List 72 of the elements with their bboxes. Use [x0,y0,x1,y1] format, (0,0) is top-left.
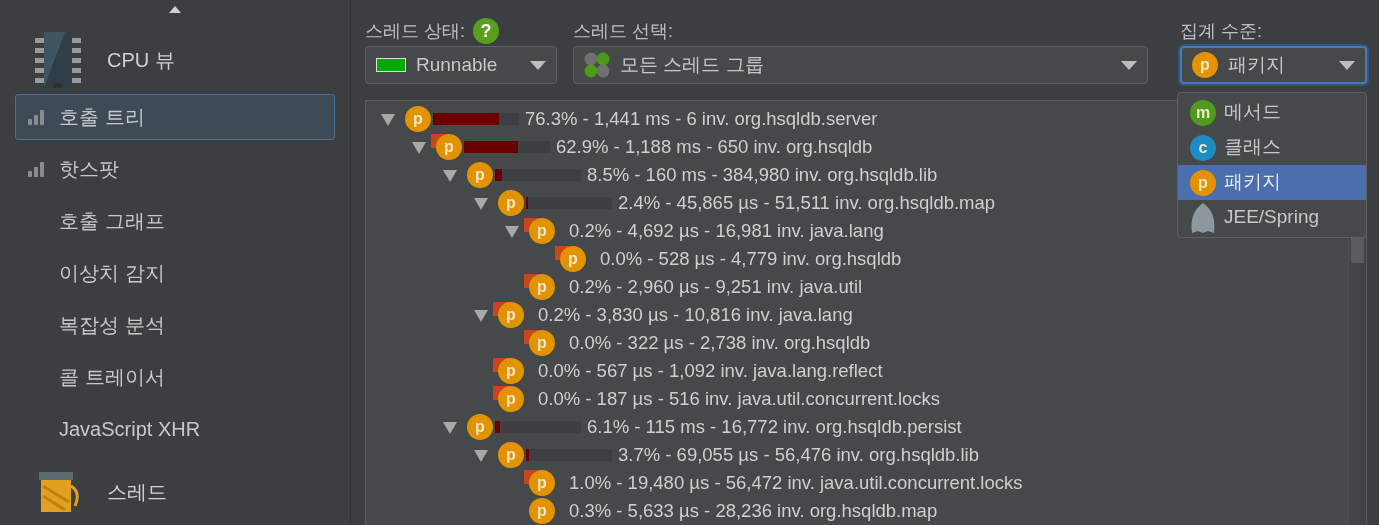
sidebar-item[interactable]: 복잡성 분석 [15,302,335,348]
tree-node-label[interactable]: 0.2% - 4,692 µs - 16,981 inv. java.lang [569,217,884,245]
tree-node-label[interactable]: 76.3% - 1,441 ms - 6 inv. org.hsqldb.server [525,105,878,133]
thread-group-icon [584,52,610,78]
package-icon: p [436,134,462,160]
tree-node-label[interactable]: 3.7% - 69,055 µs - 56,476 inv. org.hsqldb.lib [618,441,979,469]
collapse-toggle-icon[interactable] [441,419,458,435]
sidebar-item[interactable]: 콜 트레이서 [15,354,335,400]
tree-node-label[interactable]: 1.0% - 19,480 µs - 56,472 inv. java.util.concurrent.locks [569,469,1023,497]
caret-icon [1120,60,1137,70]
tree-node-label[interactable]: 0.0% - 567 µs - 1,092 inv. java.lang.reflect [538,357,883,385]
package-icon: p [529,498,555,524]
chip-icon [35,32,81,88]
collapse-toggle-icon[interactable] [441,167,458,183]
package-icon: p [1190,169,1216,196]
package-icon: p [467,414,493,440]
state-swatch-icon [376,58,406,72]
package-icon: p [529,218,555,244]
package-icon: p [467,162,493,188]
class-icon: c [1190,134,1216,161]
sidebar-item[interactable]: 핫스팟 [15,146,335,192]
package-icon: p [498,358,524,384]
package-icon: p [498,442,524,468]
thread-dropdown[interactable]: 모든 스레드 그룹 [573,46,1148,84]
section-title: 스레드 [107,480,167,505]
collapse-toggle-icon[interactable] [379,111,396,127]
package-icon: p [498,190,524,216]
menu-option[interactable]: m 메서드 [1178,95,1366,130]
field-label: 집계 수준: [1179,19,1262,43]
tree-node-label[interactable]: 62.9% - 1,188 ms - 650 inv. org.hsqldb [556,133,873,161]
caret-icon [1339,60,1355,70]
tree-node-label[interactable]: 0.2% - 2,960 µs - 9,251 inv. java.util [569,273,863,301]
signal-bars-icon [28,109,46,125]
collapse-toggle-icon[interactable] [410,139,427,155]
tree-node-label[interactable]: 2.4% - 45,865 µs - 51,511 inv. org.hsqldb.map [618,189,996,217]
menu-option[interactable]: p 패키지 [1178,165,1366,200]
scroll-up-icon [169,6,181,13]
help-icon[interactable]: ? [473,18,499,44]
tree-node-label[interactable]: 0.0% - 528 µs - 4,779 inv. org.hsqldb [600,245,902,273]
leaf-icon [1190,202,1216,233]
package-icon: p [560,246,586,272]
sidebar-item[interactable]: 호출 그래프 [15,198,335,244]
collapse-toggle-icon[interactable] [472,447,489,463]
field-label: 스레드 선택: [573,19,673,43]
menu-option[interactable]: c 클래스 [1178,130,1366,165]
package-icon: p [405,106,431,132]
sidebar-item[interactable]: 호출 트리 [15,94,335,140]
tree-node-label[interactable]: 6.1% - 115 ms - 16,772 inv. org.hsqldb.persist [587,413,962,441]
package-icon: p [529,470,555,496]
tree-node-label[interactable]: 0.0% - 187 µs - 516 inv. java.util.concurrent.locks [538,385,941,413]
package-icon: p [1191,52,1218,78]
signal-bars-icon [28,161,46,177]
tree-node-label[interactable]: 0.3% - 5,633 µs - 28,236 inv. org.hsqldb.map [569,497,938,525]
method-icon: m [1190,99,1216,126]
menu-option[interactable]: JEE/Spring [1178,200,1366,235]
field-label: 스레드 상태: [365,19,465,43]
package-icon: p [498,302,524,328]
collapse-toggle-icon[interactable] [472,195,489,211]
tree-node-label[interactable]: 8.5% - 160 ms - 384,980 inv. org.hsqldb.lib [587,161,938,189]
package-icon: p [529,274,555,300]
aggregation-dropdown[interactable]: p 패키지 [1179,46,1367,84]
package-icon: p [529,330,555,356]
caret-icon [530,60,546,70]
sidebar-item[interactable]: JavaScript XHR [15,406,335,452]
section-title: CPU 뷰 [107,48,175,73]
package-icon: p [498,386,524,412]
collapse-toggle-icon[interactable] [472,307,489,323]
sidebar-item[interactable]: 이상치 감지 [15,250,335,296]
tree-node-label[interactable]: 0.2% - 3,830 µs - 10,816 inv. java.lang [538,301,853,329]
tree-node-label[interactable]: 0.0% - 322 µs - 2,738 inv. org.hsqldb [569,329,871,357]
collapse-toggle-icon[interactable] [503,223,520,239]
state-dropdown[interactable]: Runnable [365,46,557,84]
